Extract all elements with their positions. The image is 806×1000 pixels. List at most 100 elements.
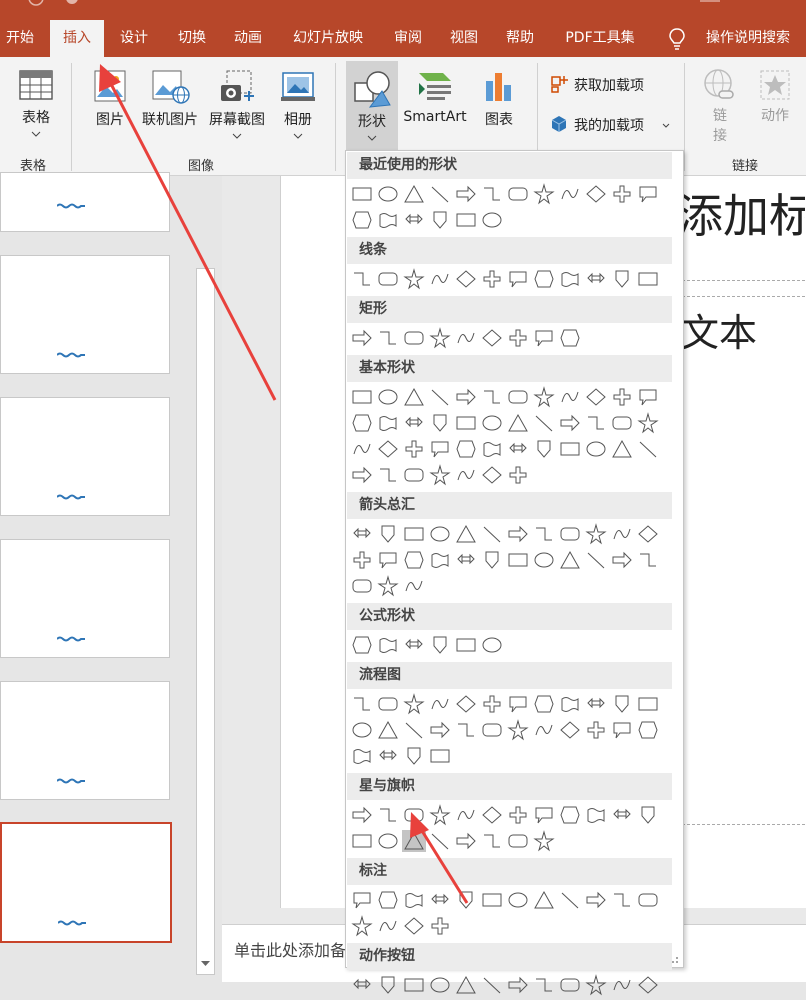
album-button[interactable]: 相册 [274, 69, 322, 139]
shape-option[interactable] [532, 974, 556, 996]
shape-option[interactable] [532, 183, 556, 205]
shape-option[interactable] [610, 549, 634, 571]
shape-option[interactable] [584, 386, 608, 408]
table-button[interactable]: 表格 [12, 69, 60, 137]
shape-option[interactable] [402, 268, 426, 290]
shape-option[interactable] [350, 549, 374, 571]
shape-option[interactable] [480, 693, 504, 715]
my-addins-button[interactable]: 我的加载项 [548, 115, 678, 139]
shape-option[interactable] [584, 438, 608, 460]
shape-option[interactable] [376, 549, 400, 571]
tab-pdf-tools[interactable]: PDF工具集 [558, 20, 642, 57]
shape-option[interactable] [376, 974, 400, 996]
shape-option[interactable] [506, 693, 530, 715]
shape-option[interactable] [376, 523, 400, 545]
shape-option[interactable] [428, 386, 452, 408]
shape-option[interactable] [376, 183, 400, 205]
shape-option[interactable] [584, 183, 608, 205]
shape-option[interactable] [506, 830, 530, 852]
shape-option[interactable] [558, 438, 582, 460]
shape-option[interactable] [402, 183, 426, 205]
shape-option[interactable] [428, 889, 452, 911]
slide-title-placeholder[interactable]: 添加标 [677, 180, 805, 246]
tab-help[interactable]: 帮助 [498, 20, 542, 57]
shape-option[interactable] [454, 549, 478, 571]
shape-option[interactable] [532, 412, 556, 434]
shape-option[interactable] [584, 719, 608, 741]
shape-option[interactable] [454, 268, 478, 290]
shape-option[interactable] [610, 268, 634, 290]
shape-option[interactable] [610, 438, 634, 460]
shape-option[interactable] [350, 634, 374, 656]
shape-option[interactable] [402, 209, 426, 231]
shape-option[interactable] [506, 549, 530, 571]
shape-option[interactable] [584, 804, 608, 826]
shape-option[interactable] [428, 438, 452, 460]
shape-option[interactable] [376, 268, 400, 290]
shape-option[interactable] [376, 634, 400, 656]
shape-option[interactable] [428, 974, 452, 996]
slide-body-placeholder[interactable]: 文本 [681, 302, 757, 357]
shape-option[interactable] [428, 464, 452, 486]
shape-option[interactable] [636, 523, 660, 545]
tell-me-search[interactable]: 操作说明搜索 [700, 20, 796, 57]
shape-option[interactable] [428, 268, 452, 290]
shape-option[interactable] [428, 804, 452, 826]
shape-option[interactable] [402, 693, 426, 715]
get-addins-button[interactable]: 获取加载项 [548, 75, 678, 99]
shape-option[interactable] [636, 889, 660, 911]
shape-option[interactable] [402, 575, 426, 597]
shape-option[interactable] [428, 830, 452, 852]
shape-option[interactable] [454, 974, 478, 996]
smartart-button[interactable]: SmartArt [400, 69, 470, 125]
shape-option[interactable] [480, 719, 504, 741]
shape-option[interactable] [636, 719, 660, 741]
shape-option[interactable] [402, 719, 426, 741]
shape-option[interactable] [506, 386, 530, 408]
shape-option[interactable] [480, 804, 504, 826]
picture-button[interactable]: 图片 [86, 69, 134, 129]
shape-option[interactable] [428, 523, 452, 545]
shape-option[interactable] [558, 412, 582, 434]
shape-option[interactable] [350, 575, 374, 597]
shape-option[interactable] [350, 523, 374, 545]
shape-option[interactable] [350, 745, 374, 767]
shape-option[interactable] [480, 523, 504, 545]
shape-option[interactable] [454, 719, 478, 741]
shape-option[interactable] [454, 386, 478, 408]
online-picture-button[interactable]: 联机图片 [138, 69, 202, 129]
slide-thumbnail[interactable] [0, 397, 170, 516]
tab-view[interactable]: 视图 [442, 20, 486, 57]
shape-option[interactable] [350, 412, 374, 434]
shape-option[interactable] [532, 438, 556, 460]
shape-option[interactable] [558, 386, 582, 408]
shape-option[interactable] [402, 889, 426, 911]
shape-option[interactable] [532, 719, 556, 741]
shape-option[interactable] [376, 830, 400, 852]
tab-home[interactable]: 开始 [0, 20, 40, 57]
shape-option[interactable] [584, 412, 608, 434]
shape-option[interactable] [428, 634, 452, 656]
shape-option[interactable] [610, 693, 634, 715]
shape-option[interactable] [532, 830, 556, 852]
shape-option[interactable] [532, 549, 556, 571]
shape-option[interactable] [532, 693, 556, 715]
shape-option[interactable] [402, 438, 426, 460]
shape-option[interactable] [454, 693, 478, 715]
shape-option[interactable] [350, 693, 374, 715]
shape-option[interactable] [454, 438, 478, 460]
shape-option[interactable] [480, 549, 504, 571]
shape-option[interactable] [610, 412, 634, 434]
shape-option[interactable] [350, 915, 374, 937]
shape-option[interactable] [480, 386, 504, 408]
shape-option[interactable] [532, 889, 556, 911]
shape-option[interactable] [376, 438, 400, 460]
shapes-button[interactable]: 形状 [346, 61, 398, 153]
shape-option[interactable] [350, 464, 374, 486]
shape-option[interactable] [376, 464, 400, 486]
shape-option[interactable] [402, 464, 426, 486]
shape-option[interactable] [480, 183, 504, 205]
shape-option[interactable] [350, 327, 374, 349]
tab-design[interactable]: 设计 [112, 20, 156, 57]
shape-option[interactable] [506, 523, 530, 545]
